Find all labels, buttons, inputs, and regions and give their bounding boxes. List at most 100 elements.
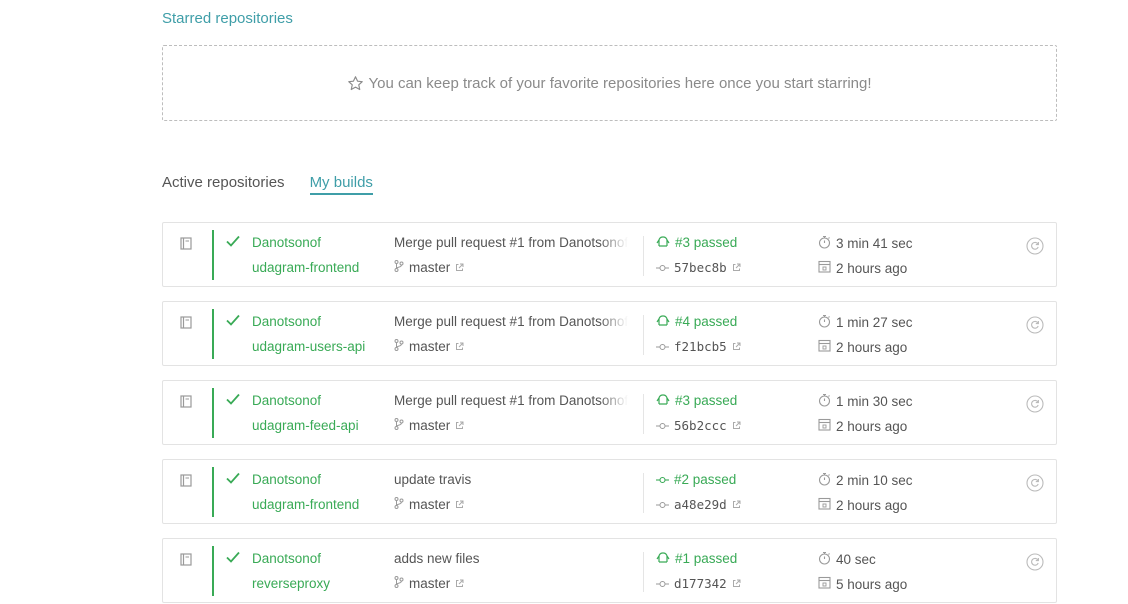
- tab-my-builds[interactable]: My builds: [309, 174, 373, 195]
- check-icon: [226, 472, 240, 487]
- build-status-link[interactable]: #1 passed: [656, 551, 737, 566]
- commit-link[interactable]: 56b2ccc: [656, 418, 741, 433]
- commit-message: Merge pull request #1 from Danotsonof: [394, 393, 628, 408]
- repo-owner-link[interactable]: Danotsonof: [252, 551, 321, 566]
- finished-text: 5 hours ago: [836, 576, 908, 592]
- build-status-label: #2 passed: [674, 472, 737, 487]
- stopwatch-icon: [818, 551, 831, 568]
- commit-link[interactable]: 57bec8b: [656, 260, 741, 275]
- check-icon: [226, 551, 240, 566]
- repo-owner-link[interactable]: Danotsonof: [252, 393, 321, 408]
- row-divider: [643, 473, 644, 513]
- commit-message: Merge pull request #1 from Danotsonof: [394, 314, 628, 329]
- commit-sha: 57bec8b: [674, 260, 727, 275]
- stopwatch-icon: [818, 472, 831, 489]
- finished-text: 2 hours ago: [836, 497, 908, 513]
- commit-link[interactable]: a48e29d: [656, 497, 741, 512]
- status-bar: [212, 546, 214, 596]
- repository-book-icon: [180, 316, 192, 332]
- build-status-label: #1 passed: [675, 551, 738, 566]
- row-divider: [643, 394, 644, 434]
- build-status-link[interactable]: #4 passed: [656, 314, 737, 329]
- build-finished: 5 hours ago: [818, 576, 907, 592]
- external-link-icon: [455, 418, 464, 433]
- push-icon: [656, 476, 669, 484]
- duration-text: 1 min 30 sec: [836, 394, 913, 409]
- build-row[interactable]: Danotsonof udagram-users-api Merge pull …: [162, 301, 1057, 366]
- external-link-icon: [732, 497, 741, 512]
- starred-empty-message: You can keep track of your favorite repo…: [368, 74, 872, 92]
- row-divider: [643, 315, 644, 355]
- branch-name: master: [409, 576, 451, 591]
- repo-name-link[interactable]: udagram-frontend: [252, 497, 370, 512]
- finished-text: 2 hours ago: [836, 339, 908, 355]
- build-finished: 2 hours ago: [818, 418, 907, 434]
- duration-text: 2 min 10 sec: [836, 473, 913, 488]
- build-duration: 3 min 41 sec: [818, 235, 913, 252]
- repo-owner-link[interactable]: Danotsonof: [252, 472, 321, 487]
- duration-text: 1 min 27 sec: [836, 315, 913, 330]
- starred-repositories-title: Starred repositories: [162, 10, 293, 27]
- repository-book-icon: [180, 237, 192, 253]
- branch-name: master: [409, 418, 451, 433]
- build-status-link[interactable]: #3 passed: [656, 393, 737, 408]
- build-status-link[interactable]: #3 passed: [656, 235, 737, 250]
- repo-name-link[interactable]: reverseproxy: [252, 576, 370, 591]
- stopwatch-icon: [818, 235, 831, 252]
- branch-icon: [394, 339, 404, 354]
- finished-text: 2 hours ago: [836, 260, 908, 276]
- build-duration: 1 min 30 sec: [818, 393, 913, 410]
- repo-name-link[interactable]: udagram-feed-api: [252, 418, 370, 433]
- branch-link[interactable]: master: [394, 260, 464, 275]
- branch-icon: [394, 418, 404, 433]
- build-duration: 1 min 27 sec: [818, 314, 913, 331]
- row-divider: [643, 236, 644, 276]
- commit-sha: 56b2ccc: [674, 418, 727, 433]
- pull-request-icon: [656, 551, 670, 566]
- build-status-label: #4 passed: [675, 314, 738, 329]
- pull-request-icon: [656, 393, 670, 408]
- restart-build-icon[interactable]: [1026, 395, 1044, 416]
- restart-build-icon[interactable]: [1026, 474, 1044, 495]
- commit-sha: a48e29d: [674, 497, 727, 512]
- build-duration: 40 sec: [818, 551, 876, 568]
- build-status-label: #3 passed: [675, 235, 738, 250]
- restart-build-icon[interactable]: [1026, 316, 1044, 337]
- build-row[interactable]: Danotsonof udagram-feed-api Merge pull r…: [162, 380, 1057, 445]
- branch-link[interactable]: master: [394, 418, 464, 433]
- check-icon: [226, 393, 240, 408]
- repository-book-icon: [180, 395, 192, 411]
- repo-owner-link[interactable]: Danotsonof: [252, 314, 321, 329]
- pull-request-icon: [656, 314, 670, 329]
- commit-icon: [656, 576, 669, 591]
- status-bar: [212, 467, 214, 517]
- build-status-link[interactable]: #2 passed: [656, 472, 736, 487]
- branch-name: master: [409, 497, 451, 512]
- push-icon: [656, 472, 669, 487]
- restart-build-icon[interactable]: [1026, 237, 1044, 258]
- build-row[interactable]: Danotsonof udagram-frontend update travi…: [162, 459, 1057, 524]
- commit-link[interactable]: f21bcb5: [656, 339, 741, 354]
- pull-request-icon: [656, 552, 670, 563]
- branch-link[interactable]: master: [394, 576, 464, 591]
- external-link-icon: [455, 576, 464, 591]
- status-bar: [212, 230, 214, 280]
- repo-name-link[interactable]: udagram-frontend: [252, 260, 370, 275]
- external-link-icon: [455, 497, 464, 512]
- row-divider: [643, 552, 644, 592]
- external-link-icon: [732, 260, 741, 275]
- builds-list: Danotsonof udagram-frontend Merge pull r…: [162, 222, 1057, 604]
- status-bar: [212, 388, 214, 438]
- branch-link[interactable]: master: [394, 339, 464, 354]
- external-link-icon: [455, 339, 464, 354]
- repo-name-link[interactable]: udagram-users-api: [252, 339, 370, 354]
- repo-owner-link[interactable]: Danotsonof: [252, 235, 321, 250]
- calendar-icon: [818, 497, 831, 513]
- build-row[interactable]: Danotsonof reverseproxy adds new files m…: [162, 538, 1057, 603]
- restart-build-icon[interactable]: [1026, 553, 1044, 574]
- branch-link[interactable]: master: [394, 497, 464, 512]
- commit-link[interactable]: d177342: [656, 576, 741, 591]
- tab-active-repositories[interactable]: Active repositories: [162, 174, 285, 195]
- pull-request-icon: [656, 235, 670, 250]
- build-row[interactable]: Danotsonof udagram-frontend Merge pull r…: [162, 222, 1057, 287]
